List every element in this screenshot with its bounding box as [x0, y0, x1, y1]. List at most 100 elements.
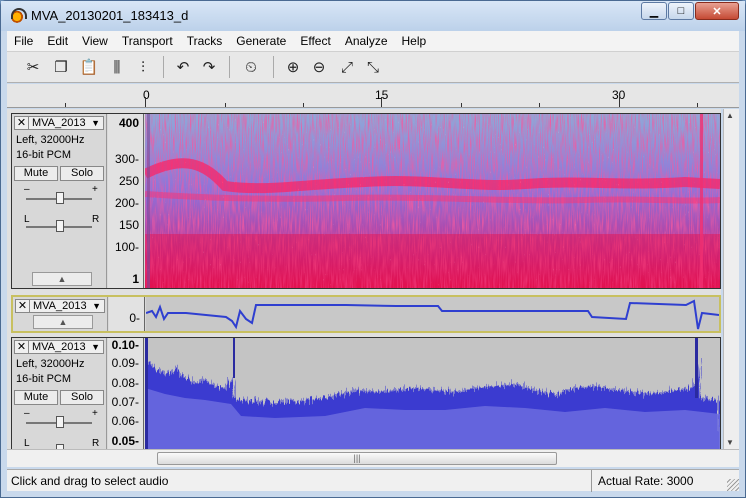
- title-bar[interactable]: MVA_20130201_183413_d ▁ □ ✕: [1, 1, 745, 31]
- audacity-logo-icon: [9, 8, 27, 24]
- solo-button[interactable]: Solo: [60, 390, 104, 405]
- track-header[interactable]: ✕ MVA_2013 ▼: [15, 299, 105, 313]
- track-pitch[interactable]: ✕ MVA_2013 ▼ ▲ 0-: [11, 295, 721, 333]
- pan-right-label: R: [92, 214, 100, 225]
- paste-icon[interactable]: 📋: [77, 55, 101, 79]
- menu-generate[interactable]: Generate: [229, 31, 293, 51]
- scale-label: 100-: [114, 240, 139, 254]
- status-hint: Click and drag to select audio: [11, 474, 169, 488]
- menu-view[interactable]: View: [75, 31, 115, 51]
- maximize-button[interactable]: □: [668, 2, 694, 20]
- track-close-icon[interactable]: ✕: [15, 117, 29, 129]
- scale-label: 300-: [114, 152, 139, 166]
- track-name[interactable]: MVA_2013: [32, 341, 86, 353]
- track-bit-depth: 16-bit PCM: [16, 373, 72, 385]
- mute-button[interactable]: Mute: [14, 390, 58, 405]
- scale-label: 0.10-: [111, 338, 139, 352]
- gain-slider-thumb[interactable]: [56, 192, 64, 204]
- amplitude-scale: 0.10- 0.09- 0.08- 0.07- 0.06- 0.05-: [108, 338, 144, 449]
- zoom-in-icon[interactable]: ⊕: [281, 55, 305, 79]
- ruler-tick: [65, 103, 66, 107]
- menu-effect[interactable]: Effect: [293, 31, 337, 51]
- track-menu-arrow-icon[interactable]: ▼: [91, 341, 100, 353]
- collapse-track-button[interactable]: ▲: [32, 272, 92, 286]
- fit-project-icon[interactable]: ⤡: [361, 55, 385, 79]
- track-control-panel: ✕ MVA_2013 ▼ Left, 32000Hz 16-bit PCM Mu…: [12, 338, 107, 449]
- ruler-tick: [461, 103, 462, 107]
- gain-plus-label: +: [92, 408, 98, 419]
- gain-slider-thumb[interactable]: [56, 416, 64, 428]
- minimize-button[interactable]: ▁: [641, 2, 667, 20]
- gain-plus-label: +: [92, 184, 98, 195]
- close-button[interactable]: ✕: [695, 2, 739, 20]
- menu-bar: File Edit View Transport Tracks Generate…: [7, 31, 739, 51]
- pan-left-label: L: [24, 438, 30, 449]
- status-bar: Click and drag to select audio Actual Ra…: [7, 469, 739, 492]
- solo-button[interactable]: Solo: [60, 166, 104, 181]
- sync-lock-icon[interactable]: ⏲: [239, 55, 263, 79]
- horizontal-scroll-thumb[interactable]: |||: [157, 452, 557, 465]
- waveform-graphic: [145, 338, 720, 449]
- timeline-label: 0: [143, 88, 150, 102]
- app-window: MVA_20130201_183413_d ▁ □ ✕ File Edit Vi…: [0, 0, 746, 498]
- track-close-icon[interactable]: ✕: [16, 300, 30, 312]
- track-name[interactable]: MVA_2013: [33, 300, 87, 312]
- vertical-scrollbar[interactable]: ▲ ▼: [723, 109, 739, 449]
- zoom-out-icon[interactable]: ⊖: [307, 55, 331, 79]
- spectrogram-view[interactable]: [145, 114, 720, 288]
- redo-icon[interactable]: ↷: [197, 55, 221, 79]
- track-panel: ✕ MVA_2013 ▼ Left, 32000Hz 16-bit PCM Mu…: [7, 109, 721, 449]
- fit-selection-icon[interactable]: ⤢: [335, 55, 359, 79]
- horizontal-scrollbar[interactable]: |||: [7, 449, 739, 467]
- track-header[interactable]: ✕ MVA_2013 ▼: [14, 340, 104, 354]
- menu-transport[interactable]: Transport: [115, 31, 180, 51]
- timeline-ruler[interactable]: 0 15 30: [7, 84, 739, 108]
- track-waveform[interactable]: ✕ MVA_2013 ▼ Left, 32000Hz 16-bit PCM Mu…: [11, 337, 721, 449]
- expand-track-button[interactable]: ▲: [33, 315, 93, 329]
- window-title: MVA_20130201_183413_d: [31, 8, 189, 23]
- track-format: Left, 32000Hz: [16, 134, 85, 146]
- waveform-view[interactable]: [145, 338, 720, 449]
- track-header[interactable]: ✕ MVA_2013 ▼: [14, 116, 104, 130]
- pitch-view[interactable]: [146, 297, 719, 331]
- undo-icon[interactable]: ↶: [171, 55, 195, 79]
- track-control-panel: ✕ MVA_2013 ▼ Left, 32000Hz 16-bit PCM Mu…: [12, 114, 107, 288]
- scale-label: 0.09-: [111, 356, 139, 370]
- scroll-up-arrow-icon[interactable]: ▲: [726, 111, 734, 120]
- pan-slider-thumb[interactable]: [56, 220, 64, 232]
- menu-tracks[interactable]: Tracks: [180, 31, 230, 51]
- frequency-scale: 400 300- 250 200- 150 100- 1: [108, 114, 144, 288]
- scale-label: 0.05-: [111, 434, 139, 448]
- menu-analyze[interactable]: Analyze: [338, 31, 395, 51]
- ruler-tick: [225, 103, 226, 107]
- trim-audio-icon[interactable]: ⫼: [105, 55, 129, 79]
- gain-minus-label: –: [24, 184, 30, 195]
- scale-label: 250: [118, 174, 139, 188]
- scale-label: 0.07-: [111, 395, 139, 409]
- copy-icon[interactable]: ❐: [49, 55, 73, 79]
- silence-audio-icon[interactable]: ⫶: [131, 55, 155, 79]
- edit-toolbar: ✂ ❐ 📋 ⫼ ⫶ ↶ ↷ ⏲ ⊕ ⊖ ⤢ ⤡: [7, 51, 739, 83]
- menu-file[interactable]: File: [7, 31, 40, 51]
- pitch-contour-graphic: [146, 299, 719, 330]
- menu-edit[interactable]: Edit: [40, 31, 75, 51]
- scale-label: 0-: [129, 311, 140, 325]
- track-format: Left, 32000Hz: [16, 358, 85, 370]
- cut-icon[interactable]: ✂: [21, 55, 45, 79]
- pan-right-label: R: [92, 438, 100, 449]
- scroll-down-arrow-icon[interactable]: ▼: [726, 438, 734, 447]
- pitch-scale: 0-: [109, 297, 145, 331]
- resize-grip-icon[interactable]: [727, 479, 739, 491]
- ruler-tick: [697, 103, 698, 107]
- actual-rate: Actual Rate: 3000: [591, 470, 739, 492]
- pan-left-label: L: [24, 214, 30, 225]
- mute-button[interactable]: Mute: [14, 166, 58, 181]
- toolbar-separator: [163, 56, 164, 78]
- track-menu-arrow-icon[interactable]: ▼: [92, 300, 101, 312]
- track-close-icon[interactable]: ✕: [15, 341, 29, 353]
- menu-help[interactable]: Help: [395, 31, 434, 51]
- track-name[interactable]: MVA_2013: [32, 117, 86, 129]
- track-menu-arrow-icon[interactable]: ▼: [91, 117, 100, 129]
- spectrogram-graphic: [145, 114, 720, 288]
- track-spectrogram[interactable]: ✕ MVA_2013 ▼ Left, 32000Hz 16-bit PCM Mu…: [11, 113, 721, 289]
